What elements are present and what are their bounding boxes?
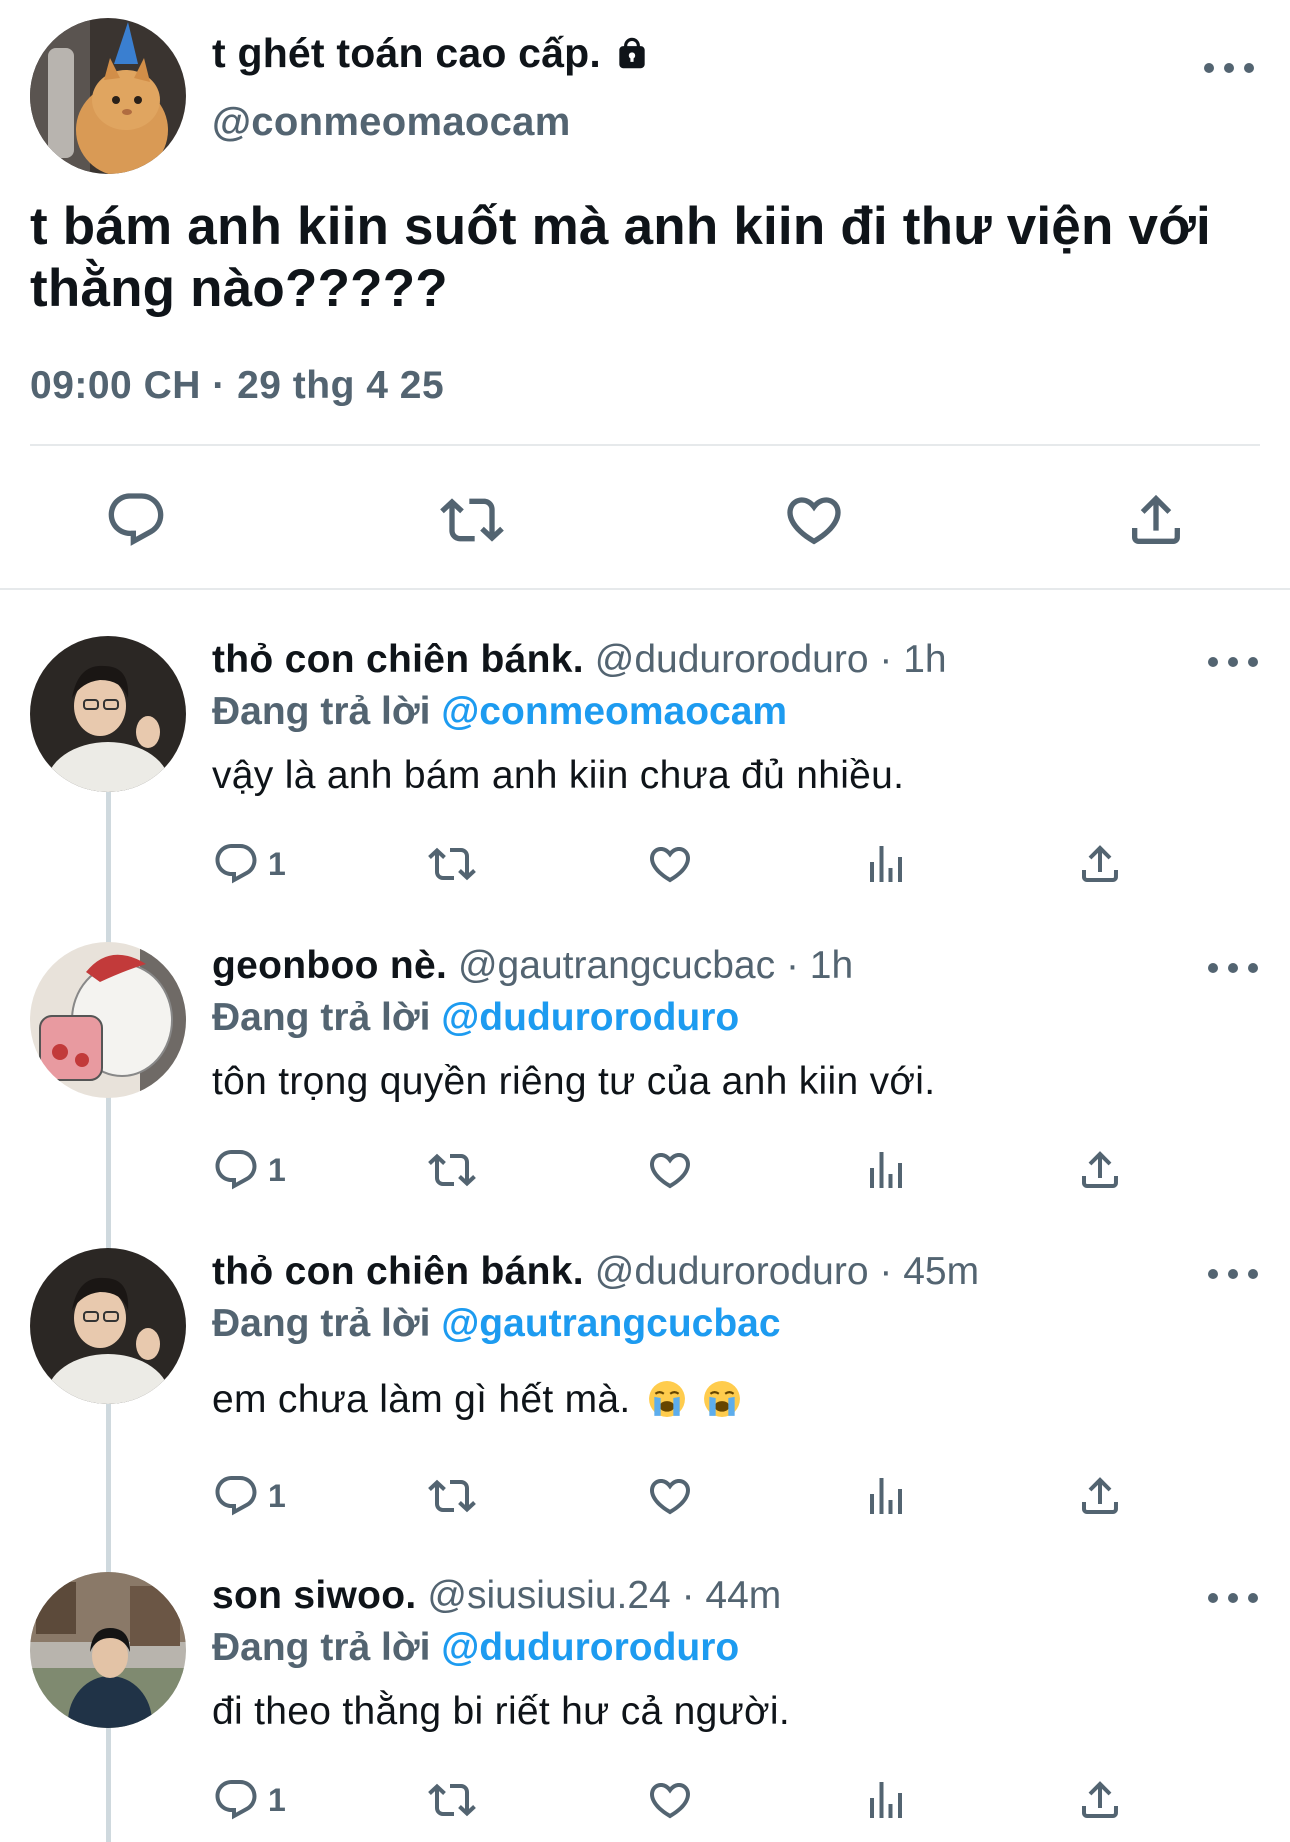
separator-dot: · xyxy=(879,638,893,681)
reply-button[interactable]: 1 xyxy=(212,1142,286,1198)
main-author-name[interactable]: t ghét toán cao cấp. xyxy=(212,30,651,77)
lock-icon xyxy=(619,37,645,68)
replying-to: Đang trả lời @conmeomaocam xyxy=(212,688,787,736)
reply-author-handle[interactable]: @gautrangcucbac xyxy=(458,944,775,987)
replying-to-prefix: Đang trả lời xyxy=(212,1302,431,1345)
reply-text: em chưa làm gì hết mà. xyxy=(212,1378,631,1421)
reply-count: 1 xyxy=(268,1151,286,1188)
share-icon[interactable] xyxy=(1124,488,1188,552)
more-options-icon[interactable] xyxy=(1204,58,1254,78)
replying-to: Đang trả lời @duduroroduro xyxy=(212,994,739,1042)
main-author-handle[interactable]: @conmeomaocam xyxy=(212,100,571,145)
like-icon[interactable] xyxy=(646,1772,694,1828)
reply-action-bar: 1 xyxy=(0,1468,1290,1524)
more-options-icon[interactable] xyxy=(1208,1588,1258,1608)
replying-to: Đang trả lời @duduroroduro xyxy=(212,1624,739,1672)
replying-to-mention[interactable]: @conmeomaocam xyxy=(441,690,787,733)
reply-time[interactable]: 1h xyxy=(810,944,853,987)
loudly-crying-face-icon xyxy=(648,1381,685,1417)
reply-author-name[interactable]: son siwoo. xyxy=(212,1574,417,1617)
views-icon[interactable] xyxy=(862,836,910,892)
main-author-name-text: t ghét toán cao cấp. xyxy=(212,30,601,76)
reply-count: 1 xyxy=(268,1477,286,1514)
reply-author-avatar[interactable] xyxy=(30,1572,186,1728)
more-options-icon[interactable] xyxy=(1208,652,1258,672)
replying-to-mention[interactable]: @duduroroduro xyxy=(441,1626,739,1669)
share-icon[interactable] xyxy=(1076,836,1124,892)
reply-author-avatar[interactable] xyxy=(30,1248,186,1404)
reply-button[interactable]: 1 xyxy=(212,836,286,892)
separator-dot: · xyxy=(681,1574,695,1617)
reply-button[interactable]: 1 xyxy=(212,1468,286,1524)
reply-author-name[interactable]: geonboo nè. xyxy=(212,944,447,987)
retweet-icon[interactable] xyxy=(428,1468,476,1524)
reply-text: tôn trọng quyền riêng tư của anh kiin vớ… xyxy=(212,1060,936,1103)
divider xyxy=(0,588,1290,590)
views-icon[interactable] xyxy=(862,1142,910,1198)
replying-to-mention[interactable]: @duduroroduro xyxy=(441,996,739,1039)
replying-to-prefix: Đang trả lời xyxy=(212,1626,431,1669)
reply-count: 1 xyxy=(268,845,286,882)
share-icon[interactable] xyxy=(1076,1772,1124,1828)
share-icon[interactable] xyxy=(1076,1468,1124,1524)
replying-to-prefix: Đang trả lời xyxy=(212,996,431,1039)
main-tweet-timestamp[interactable]: 09:00 CH · 29 thg 4 25 xyxy=(30,364,444,408)
views-icon[interactable] xyxy=(862,1468,910,1524)
separator-dot: · xyxy=(785,944,799,987)
reply-author-name[interactable]: thỏ con chiên bánk. xyxy=(212,638,584,681)
reply-text: vậy là anh bám anh kiin chưa đủ nhiều. xyxy=(212,754,905,797)
main-tweet-text: t bám anh kiin suốt mà anh kiin đi thư v… xyxy=(30,197,1211,318)
replying-to-prefix: Đang trả lời xyxy=(212,690,431,733)
reply-header: geonboo nè. @gautrangcucbac · 1h xyxy=(212,942,853,990)
reply-time[interactable]: 1h xyxy=(903,638,946,681)
reply-author-avatar[interactable] xyxy=(30,942,186,1098)
retweet-icon[interactable] xyxy=(428,1142,476,1198)
reply-icon xyxy=(212,1146,260,1194)
loudly-crying-face-icon xyxy=(703,1381,740,1417)
reply-text: đi theo thằng bi riết hư cả người. xyxy=(212,1690,790,1733)
reply-time[interactable]: 44m xyxy=(705,1574,781,1617)
retweet-icon[interactable] xyxy=(440,488,504,552)
reply-action-bar: 1 xyxy=(0,1142,1290,1198)
reply-author-name[interactable]: thỏ con chiên bánk. xyxy=(212,1250,584,1293)
retweet-icon[interactable] xyxy=(428,836,476,892)
retweet-icon[interactable] xyxy=(428,1772,476,1828)
reply-action-bar: 1 xyxy=(0,1772,1290,1828)
reply-icon xyxy=(212,840,260,888)
share-icon[interactable] xyxy=(1076,1142,1124,1198)
reply-icon xyxy=(212,1472,260,1520)
reply-text-line: em chưa làm gì hết mà. xyxy=(212,1376,741,1424)
like-icon[interactable] xyxy=(782,488,846,552)
reply-author-handle[interactable]: @duduroroduro xyxy=(595,1250,869,1293)
reply-author-handle[interactable]: @siusiusiu.24 xyxy=(427,1574,670,1617)
reply-icon[interactable] xyxy=(104,488,168,552)
reply-author-avatar[interactable] xyxy=(30,636,186,792)
more-options-icon[interactable] xyxy=(1208,958,1258,978)
reply-time[interactable]: 45m xyxy=(903,1250,979,1293)
like-icon[interactable] xyxy=(646,836,694,892)
reply-author-handle[interactable]: @duduroroduro xyxy=(595,638,869,681)
replying-to-mention[interactable]: @gautrangcucbac xyxy=(441,1302,780,1345)
reply-header: son siwoo. @siusiusiu.24 · 44m xyxy=(212,1572,781,1620)
reply-header: thỏ con chiên bánk. @duduroroduro · 1h xyxy=(212,636,947,684)
like-icon[interactable] xyxy=(646,1468,694,1524)
views-icon[interactable] xyxy=(862,1772,910,1828)
main-author-avatar[interactable] xyxy=(30,18,186,174)
reply-count: 1 xyxy=(268,1781,286,1818)
separator-dot: · xyxy=(879,1250,893,1293)
reply-button[interactable]: 1 xyxy=(212,1772,286,1828)
reply-icon xyxy=(212,1776,260,1824)
reply-action-bar: 1 xyxy=(0,836,1290,892)
replying-to: Đang trả lời @gautrangcucbac xyxy=(212,1300,781,1348)
reply-header: thỏ con chiên bánk. @duduroroduro · 45m xyxy=(212,1248,979,1296)
like-icon[interactable] xyxy=(646,1142,694,1198)
main-tweet-action-bar xyxy=(0,470,1290,566)
more-options-icon[interactable] xyxy=(1208,1264,1258,1284)
divider xyxy=(30,444,1260,446)
